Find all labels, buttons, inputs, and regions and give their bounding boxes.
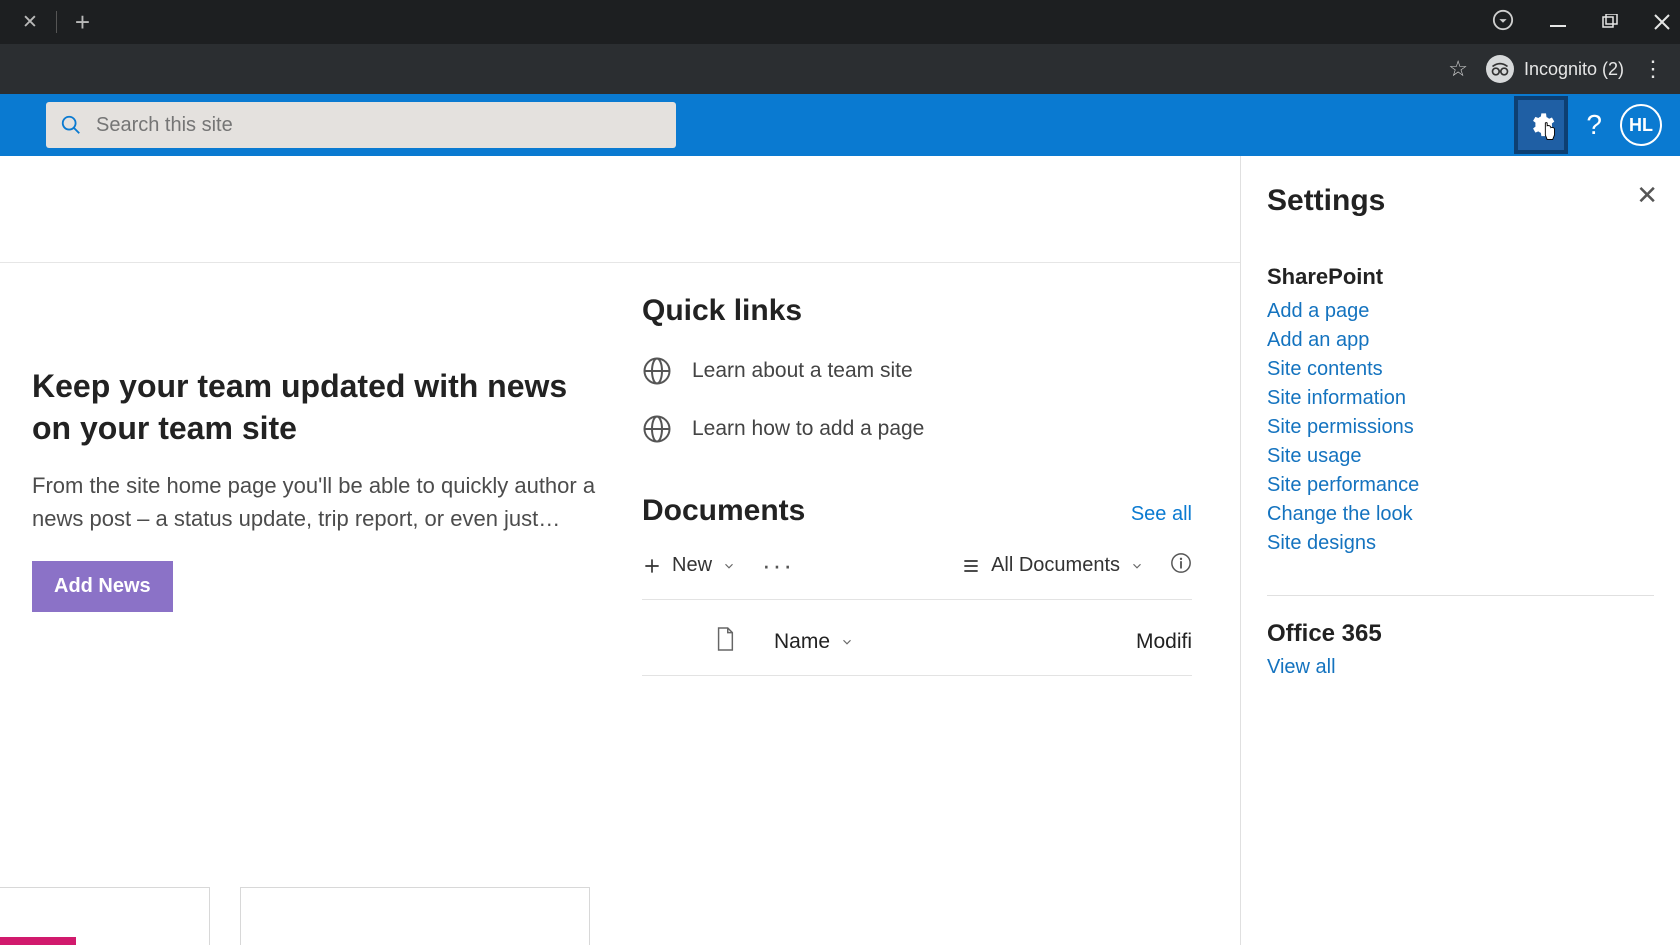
quick-links-heading: Quick links [642,294,1192,328]
settings-title: Settings [1267,184,1654,218]
list-icon [961,556,981,576]
search-icon [60,114,82,136]
quick-link-label: Learn how to add a page [692,417,924,441]
incognito-icon [1486,55,1514,83]
settings-link-site-usage[interactable]: Site usage [1267,445,1654,468]
documents-heading: Documents [642,494,805,528]
view-selector[interactable]: All Documents [961,554,1144,577]
chevron-down-icon [840,635,854,649]
bottom-cards [0,887,590,945]
new-button[interactable]: New [642,554,736,577]
user-avatar[interactable]: HL [1620,104,1662,146]
settings-link-site-performance[interactable]: Site performance [1267,474,1654,497]
documents-toolbar: New ··· All Documents [642,550,1192,600]
sharepoint-heading: SharePoint [1267,264,1654,290]
incognito-indicator[interactable]: Incognito (2) [1486,55,1624,83]
settings-link-add-app[interactable]: Add an app [1267,329,1654,352]
chevron-down-icon [722,559,736,573]
new-tab-icon[interactable]: + [75,9,90,35]
browser-tab-strip: ✕ + [0,0,1680,44]
incognito-label: Incognito (2) [1524,59,1624,80]
browser-toolbar: ☆ Incognito (2) ⋮ [0,44,1680,94]
news-section: Keep your team updated with news on your… [32,366,602,676]
quick-link-item[interactable]: Learn how to add a page [642,414,1192,444]
chevron-down-icon [1130,559,1144,573]
add-news-button[interactable]: Add News [32,561,173,612]
quick-link-item[interactable]: Learn about a team site [642,356,1192,386]
settings-link-view-all[interactable]: View all [1267,656,1654,679]
minimize-icon[interactable] [1550,14,1566,30]
column-modified[interactable]: Modifi [1136,630,1192,654]
cursor-pointer-icon [1538,121,1560,152]
close-window-icon[interactable] [1654,14,1670,30]
browser-menu-icon[interactable]: ⋮ [1642,56,1664,82]
search-input[interactable] [96,114,662,137]
account-circle-icon[interactable] [1492,9,1514,36]
close-panel-icon[interactable]: ✕ [1636,180,1658,211]
settings-link-change-look[interactable]: Change the look [1267,503,1654,526]
search-box[interactable] [46,102,676,148]
quick-link-label: Learn about a team site [692,359,913,383]
plus-icon [642,556,662,576]
divider [1267,595,1654,596]
bookmark-star-icon[interactable]: ☆ [1448,56,1468,82]
globe-icon [642,414,672,444]
settings-link-add-page[interactable]: Add a page [1267,300,1654,323]
globe-icon [642,356,672,386]
see-all-link[interactable]: See all [1131,503,1192,526]
tab-divider [56,11,57,33]
file-type-icon [714,626,736,657]
office365-heading: Office 365 [1267,620,1654,648]
more-actions-button[interactable]: ··· [762,550,794,581]
documents-table-header: Name Modifi [642,600,1192,676]
settings-gear-button[interactable] [1514,96,1568,154]
settings-link-site-designs[interactable]: Site designs [1267,532,1654,555]
settings-link-site-contents[interactable]: Site contents [1267,358,1654,381]
news-title: Keep your team updated with news on your… [32,366,602,449]
column-name[interactable]: Name [774,630,854,654]
news-description: From the site home page you'll be able t… [32,469,602,535]
main-content: Keep your team updated with news on your… [0,156,1240,945]
avatar-initials: HL [1629,115,1653,136]
new-button-label: New [672,554,712,577]
settings-link-site-information[interactable]: Site information [1267,387,1654,410]
suite-bar: ? HL [0,94,1680,156]
view-label: All Documents [991,554,1120,577]
card-preview[interactable] [0,887,210,945]
card-preview[interactable] [240,887,590,945]
divider [0,262,1240,263]
close-tab-icon[interactable]: ✕ [22,11,38,34]
help-icon[interactable]: ? [1586,109,1602,141]
settings-link-site-permissions[interactable]: Site permissions [1267,416,1654,439]
info-icon[interactable] [1170,552,1192,579]
settings-panel: Settings ✕ SharePoint Add a page Add an … [1240,156,1680,945]
maximize-icon[interactable] [1602,14,1618,30]
